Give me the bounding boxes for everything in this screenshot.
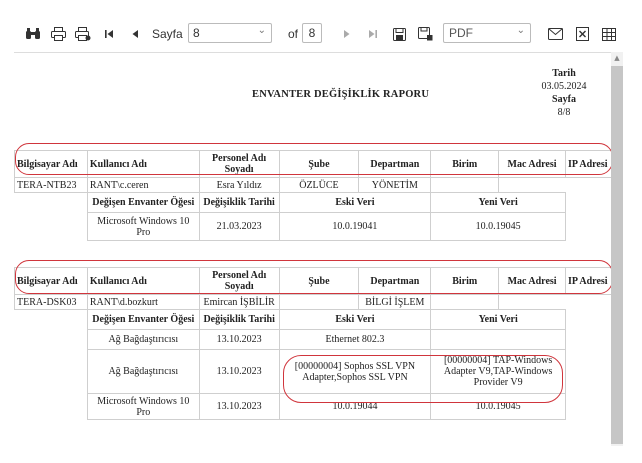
change-date: 21.03.2023 <box>198 212 280 241</box>
change-old: Ethernet 802.3 <box>278 329 432 350</box>
change-header-row: Değişen Envanter Öğesi Değişiklik Tarihi… <box>15 309 612 330</box>
change-new: [00000004] TAP-Windows Adapter V9,TAP-Wi… <box>430 349 566 394</box>
header-computer: Bilgisayar Adı <box>14 267 88 295</box>
record-table-2: Bilgisayar Adı Kullanıcı Adı Personel Ad… <box>14 267 611 420</box>
cell-computer: TERA-DSK03 <box>14 294 88 310</box>
subheader-item: Değişen Envanter Öğesi <box>86 309 200 330</box>
first-page-icon[interactable] <box>100 26 118 42</box>
cell-user: RANT\c.ceren <box>86 177 200 193</box>
cell-department: BİLGİ İŞLEM <box>358 294 432 310</box>
change-new: 10.0.19045 <box>430 393 566 420</box>
header-ip: IP Adresi <box>565 267 611 295</box>
header-mac: Mac Adresi <box>498 150 566 178</box>
header-unit: Birim <box>430 267 500 295</box>
cell-unit <box>430 294 500 310</box>
chevron-down-icon: ⌄ <box>516 25 525 36</box>
date-value: 03.05.2024 <box>541 81 587 92</box>
page-select-value: 8 <box>193 26 200 40</box>
previous-page-icon[interactable] <box>126 26 144 42</box>
subheader-new: Yeni Veri <box>430 309 566 330</box>
last-page-icon[interactable] <box>364 26 382 42</box>
change-new: 10.0.19045 <box>430 212 566 241</box>
of-label: of <box>288 27 299 41</box>
change-item: Ağ Bağdaştırıcısı <box>86 329 200 350</box>
header-branch: Şube <box>278 150 360 178</box>
cell-computer: TERA-NTB23 <box>14 177 88 193</box>
change-old: 10.0.19044 <box>278 393 432 420</box>
table-row: TERA-DSK03 RANT\d.bozkurt Emircan İŞBİLİ… <box>14 294 612 310</box>
change-item: Microsoft Windows 10 Pro <box>86 393 200 420</box>
header-staff: Personel Adı Soyadı <box>198 150 280 178</box>
page-meta-label: Sayfa <box>552 94 576 105</box>
cell-user: RANT\d.bozkurt <box>86 294 200 310</box>
binoculars-icon[interactable] <box>24 26 42 42</box>
header-ip: IP Adresi <box>564 150 611 178</box>
report-toolbar: Sayfa 8 ⌄ of 8 PDF ⌄ <box>0 0 642 52</box>
page-label: Sayfa <box>152 27 183 41</box>
header-department: Departman <box>358 267 432 295</box>
subheader-item: Değişen Envanter Öğesi <box>86 192 200 213</box>
cell-mac <box>499 295 566 310</box>
change-header-row: Değişen Envanter Öğesi Değişiklik Tarihi… <box>15 192 612 213</box>
next-page-icon[interactable] <box>338 26 356 42</box>
print-icon[interactable] <box>49 26 67 42</box>
header-mac: Mac Adresi <box>498 267 566 295</box>
cell-staff: Esra Yıldız <box>198 177 280 193</box>
table-header-row: Bilgisayar Adı Kullanıcı Adı Personel Ad… <box>14 267 611 295</box>
change-row: Microsoft Windows 10 Pro 13.10.2023 10.0… <box>15 393 612 420</box>
header-staff: Personel Adı Soyadı <box>198 267 280 295</box>
change-row: Ağ Bağdaştırıcısı 13.10.2023 Ethernet 80… <box>15 329 612 350</box>
save-as-icon[interactable] <box>416 26 434 42</box>
report-title: ENVANTER DEĞİŞİKLİK RAPORU <box>252 89 430 100</box>
excel-icon[interactable] <box>573 26 591 42</box>
page-select[interactable]: 8 ⌄ <box>188 23 272 43</box>
grid-icon[interactable] <box>600 26 618 42</box>
change-row: Ağ Bağdaştırıcısı 13.10.2023 [00000004] … <box>15 349 612 394</box>
table-row: TERA-NTB23 RANT\c.ceren Esra Yıldız ÖZLÜ… <box>14 177 612 193</box>
subheader-old: Eski Veri <box>278 192 432 213</box>
change-old: [00000004] Sophos SSL VPN Adapter,Sophos… <box>278 349 432 394</box>
change-date: 13.10.2023 <box>198 349 280 394</box>
subheader-date: Değişiklik Tarihi <box>198 192 280 213</box>
scrollbar-thumb[interactable] <box>611 66 623 444</box>
cell-branch <box>278 294 360 310</box>
header-unit: Birim <box>430 150 500 178</box>
export-format-value: PDF <box>449 26 473 40</box>
report-viewer[interactable]: ENVANTER DEĞİŞİKLİK RAPORU Tarih 03.05.2… <box>14 52 611 446</box>
total-pages-field: 8 <box>302 23 322 43</box>
cell-unit <box>430 177 500 193</box>
change-new <box>430 329 566 350</box>
header-computer: Bilgisayar Adı <box>14 150 88 178</box>
report-meta: Tarih 03.05.2024 Sayfa 8/8 <box>524 67 604 119</box>
header-department: Departman <box>358 150 432 178</box>
export-format-select[interactable]: PDF ⌄ <box>443 23 531 43</box>
change-row: Microsoft Windows 10 Pro 21.03.2023 10.0… <box>15 212 612 241</box>
change-item: Ağ Bağdaştırıcısı <box>86 349 200 394</box>
cell-staff: Emircan İŞBİLİR <box>198 294 280 310</box>
subheader-new: Yeni Veri <box>430 192 566 213</box>
save-icon[interactable] <box>390 26 408 42</box>
table-header-row: Bilgisayar Adı Kullanıcı Adı Personel Ad… <box>14 150 611 178</box>
scroll-up-icon[interactable]: ▲ <box>611 54 623 64</box>
date-label: Tarih <box>552 68 576 79</box>
header-branch: Şube <box>278 267 360 295</box>
cell-department: YÖNETİM <box>358 177 432 193</box>
header-user: Kullanıcı Adı <box>86 267 200 295</box>
change-date: 13.10.2023 <box>198 393 280 420</box>
record-table-1: Bilgisayar Adı Kullanıcı Adı Personel Ad… <box>14 150 611 241</box>
email-icon[interactable] <box>546 26 564 42</box>
change-old: 10.0.19041 <box>278 212 432 241</box>
change-date: 13.10.2023 <box>198 329 280 350</box>
subheader-date: Değişiklik Tarihi <box>198 309 280 330</box>
subheader-old: Eski Veri <box>278 309 432 330</box>
chevron-down-icon: ⌄ <box>257 25 266 36</box>
header-user: Kullanıcı Adı <box>86 150 200 178</box>
change-item: Microsoft Windows 10 Pro <box>86 212 200 241</box>
print-settings-icon[interactable] <box>74 26 92 42</box>
cell-branch: ÖZLÜCE <box>278 177 360 193</box>
cell-mac <box>499 178 566 193</box>
page-meta-value: 8/8 <box>557 107 571 118</box>
